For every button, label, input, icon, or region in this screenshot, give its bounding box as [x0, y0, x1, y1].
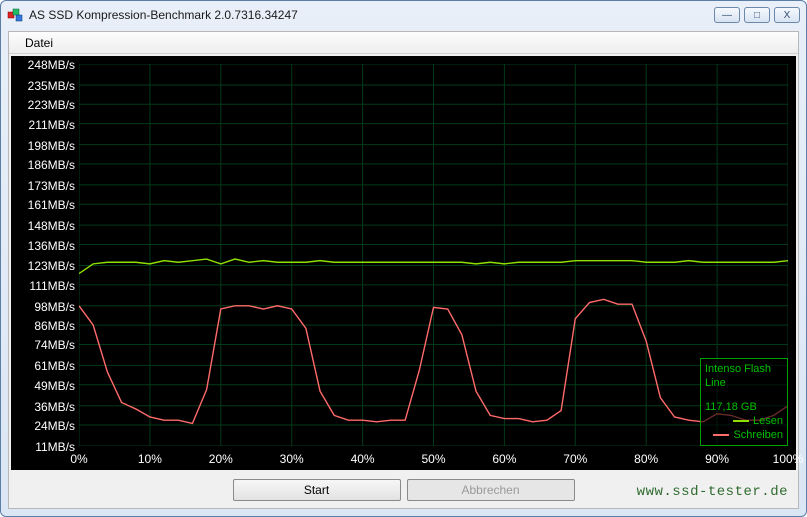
- y-tick-label: 36MB/s: [11, 400, 75, 414]
- app-icon: [7, 7, 23, 23]
- client-area: Datei Intenso Flash Line 117,18 GB Lesen…: [8, 31, 799, 509]
- legend-device: Intenso Flash Line: [705, 362, 783, 390]
- y-tick-label: 74MB/s: [11, 338, 75, 352]
- y-tick-label: 24MB/s: [11, 419, 75, 433]
- window-controls: — □ X: [714, 7, 800, 23]
- button-bar: Start Abbrechen: [9, 472, 798, 508]
- x-tick-label: 30%: [280, 452, 304, 466]
- legend-spacer: [705, 390, 783, 400]
- x-tick-label: 90%: [705, 452, 729, 466]
- titlebar: AS SSD Kompression-Benchmark 2.0.7316.34…: [1, 1, 806, 29]
- legend-write-row: Schreiben: [705, 428, 783, 442]
- y-tick-label: 161MB/s: [11, 198, 75, 212]
- menu-datei[interactable]: Datei: [17, 34, 61, 52]
- x-tick-label: 20%: [209, 452, 233, 466]
- window-title: AS SSD Kompression-Benchmark 2.0.7316.34…: [29, 8, 714, 22]
- x-tick-label: 60%: [492, 452, 516, 466]
- y-tick-label: 235MB/s: [11, 79, 75, 93]
- y-tick-label: 198MB/s: [11, 139, 75, 153]
- x-tick-label: 0%: [70, 452, 87, 466]
- legend-read-label: Lesen: [753, 414, 783, 428]
- legend: Intenso Flash Line 117,18 GB Lesen Schre…: [700, 358, 788, 446]
- y-tick-label: 148MB/s: [11, 219, 75, 233]
- x-tick-label: 10%: [138, 452, 162, 466]
- chart-area: Intenso Flash Line 117,18 GB Lesen Schre…: [11, 56, 796, 470]
- app-window: AS SSD Kompression-Benchmark 2.0.7316.34…: [0, 0, 807, 517]
- y-tick-label: 123MB/s: [11, 259, 75, 273]
- legend-read-swatch: [733, 420, 749, 422]
- y-tick-label: 136MB/s: [11, 239, 75, 253]
- start-button[interactable]: Start: [233, 479, 401, 501]
- y-tick-label: 86MB/s: [11, 319, 75, 333]
- chart-svg: [79, 64, 788, 446]
- x-tick-label: 50%: [421, 452, 445, 466]
- y-tick-label: 173MB/s: [11, 179, 75, 193]
- y-tick-label: 248MB/s: [11, 58, 75, 72]
- y-tick-label: 61MB/s: [11, 359, 75, 373]
- y-tick-label: 49MB/s: [11, 379, 75, 393]
- legend-write-label: Schreiben: [733, 428, 783, 442]
- x-tick-label: 40%: [351, 452, 375, 466]
- close-button[interactable]: X: [774, 7, 800, 23]
- x-tick-label: 100%: [773, 452, 804, 466]
- x-tick-label: 70%: [563, 452, 587, 466]
- y-tick-label: 11MB/s: [11, 440, 75, 454]
- maximize-button[interactable]: □: [744, 7, 770, 23]
- y-tick-label: 211MB/s: [11, 118, 75, 132]
- y-tick-label: 223MB/s: [11, 98, 75, 112]
- menubar: Datei: [9, 32, 798, 54]
- legend-capacity: 117,18 GB: [705, 400, 783, 414]
- minimize-button[interactable]: —: [714, 7, 740, 23]
- plot-region: [79, 64, 788, 446]
- x-tick-label: 80%: [634, 452, 658, 466]
- legend-write-swatch: [713, 434, 729, 436]
- cancel-button[interactable]: Abbrechen: [407, 479, 575, 501]
- legend-read-row: Lesen: [705, 414, 783, 428]
- y-tick-label: 98MB/s: [11, 300, 75, 314]
- y-tick-label: 111MB/s: [11, 279, 75, 293]
- y-tick-label: 186MB/s: [11, 158, 75, 172]
